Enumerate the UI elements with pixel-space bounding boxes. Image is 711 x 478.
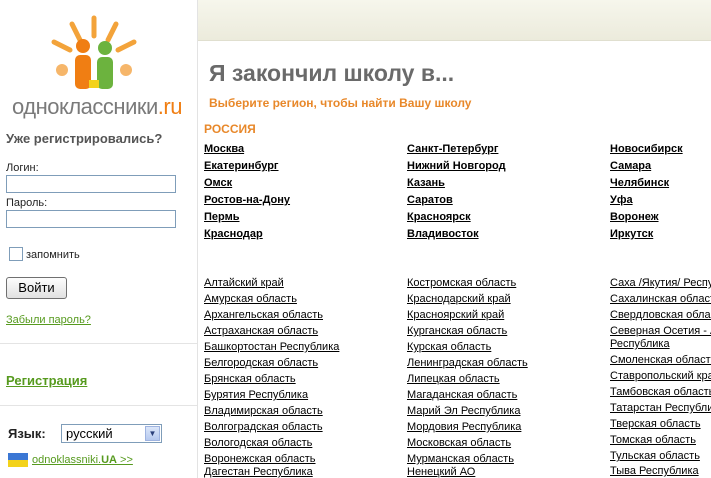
region-link[interactable]: Томская область <box>610 434 696 446</box>
login-title: Уже регистрировались? <box>6 131 163 146</box>
region-link[interactable]: Архангельская область <box>204 309 323 321</box>
region-link[interactable]: Ставропольский край <box>610 370 711 382</box>
region-link[interactable]: Астраханская область <box>204 325 318 337</box>
country-heading: РОССИЯ <box>204 122 256 136</box>
logo-people-icon <box>51 15 137 89</box>
city-link[interactable]: Саратов <box>407 194 453 206</box>
login-label: Логин: <box>6 162 39 174</box>
city-link[interactable]: Москва <box>204 143 244 155</box>
chevron-down-icon[interactable]: ▼ <box>145 426 160 441</box>
site-logo[interactable]: одноклассники.ru <box>10 14 190 124</box>
region-link[interactable]: Московская область <box>407 437 511 449</box>
ua-link-bold: UA <box>101 454 117 466</box>
region-link[interactable]: Северная Осетия - Алания <box>610 325 711 337</box>
region-link[interactable]: Мурманская область <box>407 453 514 465</box>
register-link[interactable]: Регистрация <box>6 373 87 388</box>
region-link[interactable]: Ненецкий АО <box>407 466 475 478</box>
region-link[interactable]: Сахалинская область <box>610 293 711 305</box>
region-link[interactable]: Тыва Республика <box>610 465 699 477</box>
region-link[interactable]: Мордовия Республика <box>407 421 521 433</box>
city-link[interactable]: Новосибирск <box>610 143 683 155</box>
city-link[interactable]: Самара <box>610 160 651 172</box>
region-link[interactable]: Воронежская область <box>204 453 316 465</box>
city-link[interactable]: Челябинск <box>610 177 669 189</box>
language-label: Язык: <box>8 426 46 441</box>
city-link[interactable]: Ростов-на-Дону <box>204 194 290 206</box>
region-link[interactable]: Краснодарский край <box>407 293 511 305</box>
city-link[interactable]: Краснодар <box>204 228 263 240</box>
city-link[interactable]: Екатеринбург <box>204 160 279 172</box>
page-title: Я закончил школу в... <box>209 60 455 86</box>
login-button[interactable]: Войти <box>6 277 67 299</box>
region-link[interactable]: Смоленская область <box>610 354 711 366</box>
region-link[interactable]: Тульская область <box>610 450 700 462</box>
logo-text: одноклассники <box>12 94 158 119</box>
region-link[interactable]: Владимирская область <box>204 405 323 417</box>
login-input[interactable] <box>6 175 176 193</box>
region-link[interactable]: Бурятия Республика <box>204 389 308 401</box>
region-link[interactable]: Магаданская область <box>407 389 517 401</box>
language-selected: русский <box>66 426 113 441</box>
region-link[interactable]: Костромская область <box>407 277 516 289</box>
logo-wordmark: одноклассники.ru <box>12 94 182 120</box>
page-subtitle: Выберите регион, чтобы найти Вашу школу <box>209 96 472 110</box>
region-link[interactable]: Башкортостан Республика <box>204 341 339 353</box>
city-link[interactable]: Воронеж <box>610 211 659 223</box>
region-link[interactable]: Саха /Якутия/ Республика <box>610 277 711 289</box>
city-link[interactable]: Казань <box>407 177 445 189</box>
forgot-password-link[interactable]: Забыли пароль? <box>6 314 91 326</box>
region-link[interactable]: Вологодская область <box>204 437 312 449</box>
region-link[interactable]: Алтайский край <box>204 277 284 289</box>
language-select[interactable]: русский ▼ <box>61 424 162 443</box>
region-link[interactable]: Дагестан Республика <box>204 466 313 478</box>
sidebar: одноклассники.ru Уже регистрировались? Л… <box>0 0 198 478</box>
region-link[interactable]: Белгородская область <box>204 357 318 369</box>
region-link[interactable]: Ленинградская область <box>407 357 528 369</box>
remember-checkbox[interactable] <box>9 247 23 261</box>
ua-link-text: odnoklassniki. <box>32 454 102 466</box>
city-link[interactable]: Уфа <box>610 194 633 206</box>
city-link[interactable]: Омск <box>204 177 232 189</box>
region-link[interactable]: Марий Эл Республика <box>407 405 520 417</box>
region-link[interactable]: Тверская область <box>610 418 701 430</box>
region-link[interactable]: Татарстан Республика <box>610 402 711 414</box>
region-link[interactable]: Курганская область <box>407 325 507 337</box>
region-link[interactable]: Амурская область <box>204 293 297 305</box>
city-link[interactable]: Красноярск <box>407 211 471 223</box>
ua-site-link[interactable]: odnoklassniki.UA >> <box>32 454 133 466</box>
region-link[interactable]: Республика <box>610 338 670 350</box>
city-link[interactable]: Иркутск <box>610 228 653 240</box>
region-link[interactable]: Липецкая область <box>407 373 500 385</box>
city-link[interactable]: Нижний Новгород <box>407 160 506 172</box>
divider <box>0 343 197 344</box>
header-band <box>198 0 711 41</box>
region-link[interactable]: Брянская область <box>204 373 296 385</box>
remember-label: запомнить <box>26 249 80 261</box>
city-link[interactable]: Санкт-Петербург <box>407 143 498 155</box>
ua-link-suffix: >> <box>116 454 133 466</box>
region-link[interactable]: Курская область <box>407 341 491 353</box>
logo-suffix: .ru <box>157 94 183 119</box>
region-link[interactable]: Волгоградская область <box>204 421 323 433</box>
city-link[interactable]: Пермь <box>204 211 240 223</box>
region-link[interactable]: Красноярский край <box>407 309 504 321</box>
region-link[interactable]: Тамбовская область <box>610 386 711 398</box>
password-label: Пароль: <box>6 197 48 209</box>
city-link[interactable]: Владивосток <box>407 228 479 240</box>
ukraine-flag-icon <box>8 453 28 467</box>
divider <box>0 405 197 406</box>
password-input[interactable] <box>6 210 176 228</box>
region-link[interactable]: Свердловская область <box>610 309 711 321</box>
